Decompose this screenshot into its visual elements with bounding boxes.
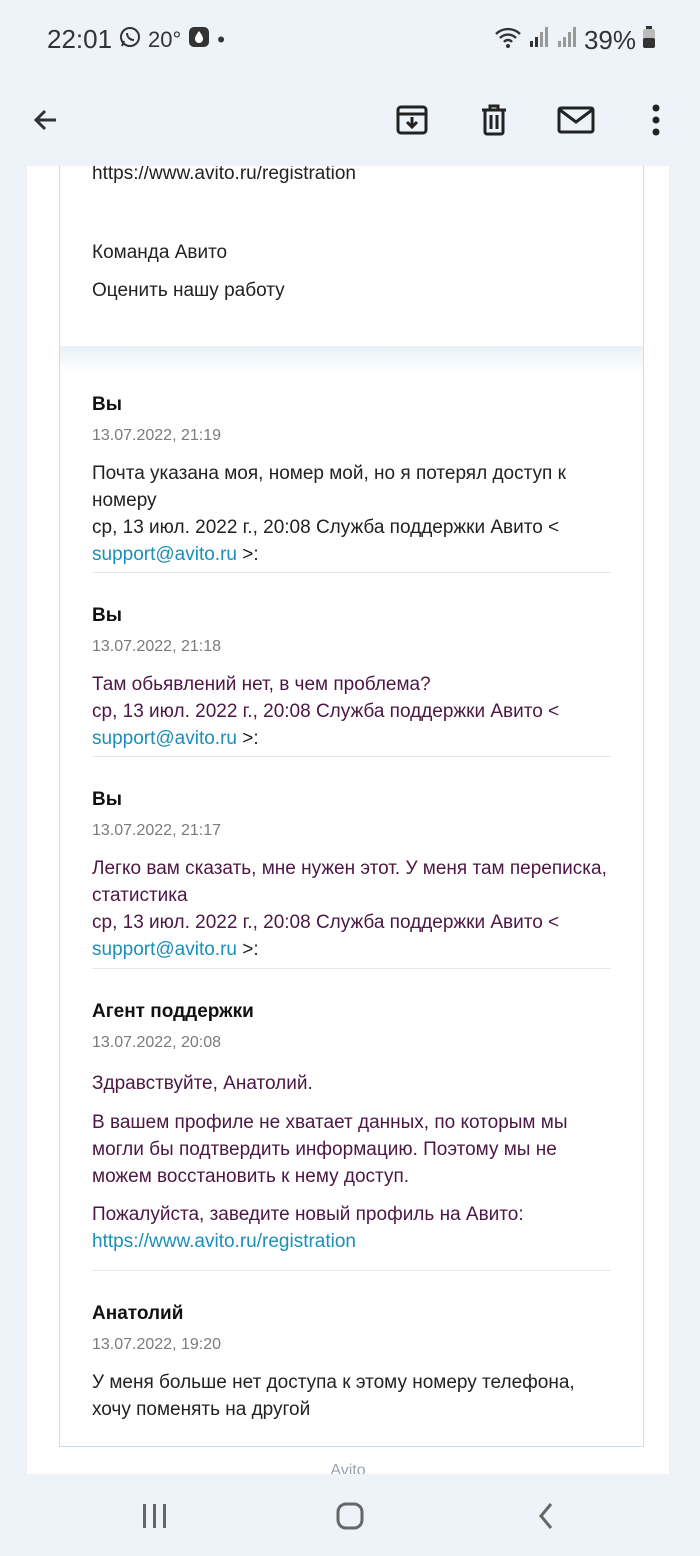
message-body: Там обьявлений нет, в чем проблема? ср, … — [92, 671, 612, 752]
delete-icon[interactable] — [466, 92, 522, 148]
status-left-icons: 20° • — [118, 24, 225, 56]
dnd-icon — [187, 25, 211, 55]
message-text: Там обьявлений нет, в чем проблема? — [92, 674, 431, 695]
footer-peek: Avito — [330, 1462, 366, 1474]
rate-link[interactable]: Оценить нашу работу — [92, 277, 285, 304]
recents-icon[interactable] — [125, 1496, 185, 1536]
battery-percent: 39% — [583, 24, 636, 55]
quote-prefix: ср, 13 июл. 2022 г., 20:08 Служба поддер… — [92, 701, 560, 722]
support-email-link[interactable]: support@avito.ru — [92, 728, 237, 749]
thread-card: Вы 13.07.2022, 21:19 Почта указана моя, … — [59, 346, 644, 1447]
archive-icon[interactable] — [384, 92, 440, 148]
wifi-icon — [494, 25, 522, 56]
quote-suffix: >: — [242, 544, 259, 565]
support-email-link[interactable]: support@avito.ru — [92, 939, 237, 960]
divider — [92, 968, 611, 969]
more-vert-icon[interactable] — [628, 92, 684, 148]
message-text: У меня больше нет доступа к этому номеру… — [92, 1372, 575, 1420]
app-bar — [0, 80, 700, 166]
quote-prefix: ср, 13 июл. 2022 г., 20:08 Служба поддер… — [92, 912, 560, 933]
message-date: 13.07.2022, 21:17 — [92, 822, 222, 839]
message-greeting: Здравствуйте, Анатолий. — [92, 1073, 313, 1094]
message-date: 13.07.2022, 21:18 — [92, 638, 222, 655]
divider — [92, 1270, 611, 1271]
message-author: Анатолий — [92, 1303, 184, 1324]
quote-suffix: >: — [242, 939, 259, 960]
temperature-label: 20° — [148, 27, 182, 52]
email-content[interactable]: https://www.avito.ru/registration Команд… — [27, 166, 669, 1474]
message-author: Вы — [92, 605, 122, 626]
message-text: Легко вам сказать, мне нужен этот. У мен… — [92, 858, 607, 906]
message-body: Здравствуйте, Анатолий. В вашем профиле … — [92, 1070, 612, 1255]
status-bar: 22:01 20° • 39% — [0, 0, 700, 80]
message-author: Агент поддержки — [92, 1001, 254, 1022]
quote-suffix: >: — [242, 728, 259, 749]
status-dot: • — [217, 27, 225, 52]
message-body: Легко вам сказать, мне нужен этот. У мен… — [92, 855, 612, 963]
signal-icon — [528, 25, 550, 56]
message-body: У меня больше нет доступа к этому номеру… — [92, 1369, 612, 1423]
message-body: Почта указана моя, номер мой, но я потер… — [92, 460, 612, 568]
message-author: Вы — [92, 789, 122, 810]
message-paragraph: В вашем профиле не хватает данных, по ко… — [92, 1112, 568, 1187]
signature: Команда Авито — [92, 242, 228, 263]
back-icon[interactable] — [516, 1496, 576, 1536]
divider — [92, 572, 611, 573]
message-author: Вы — [92, 394, 122, 415]
registration-link[interactable]: https://www.avito.ru/registration — [92, 166, 356, 187]
shadow-divider — [60, 346, 643, 374]
battery-icon — [642, 25, 656, 56]
message-request: Пожалуйста, заведите новый профиль на Ав… — [92, 1204, 524, 1225]
message-text: Почта указана моя, номер мой, но я потер… — [92, 463, 566, 511]
mark-unread-icon[interactable] — [548, 92, 604, 148]
divider — [92, 756, 611, 757]
quote-header: ср, 13 июл. 2022 г., 20:08 Служба поддер… — [92, 514, 612, 541]
nav-bar — [0, 1474, 700, 1556]
signal-icon — [556, 25, 578, 56]
status-right-icons: 39% — [494, 24, 656, 56]
whatsapp-icon — [118, 25, 142, 55]
back-arrow-icon[interactable] — [18, 92, 74, 148]
previous-message-card: https://www.avito.ru/registration Команд… — [59, 166, 644, 346]
support-email-link[interactable]: support@avito.ru — [92, 544, 237, 565]
message-date: 13.07.2022, 19:20 — [92, 1336, 222, 1353]
status-time: 22:01 — [47, 24, 113, 54]
registration-link[interactable]: https://www.avito.ru/registration — [92, 1228, 612, 1255]
message-date: 13.07.2022, 21:19 — [92, 427, 222, 444]
home-icon[interactable] — [320, 1496, 380, 1536]
quote-prefix: ср, 13 июл. 2022 г., 20:08 Служба поддер… — [92, 517, 560, 538]
message-date: 13.07.2022, 20:08 — [92, 1034, 222, 1051]
